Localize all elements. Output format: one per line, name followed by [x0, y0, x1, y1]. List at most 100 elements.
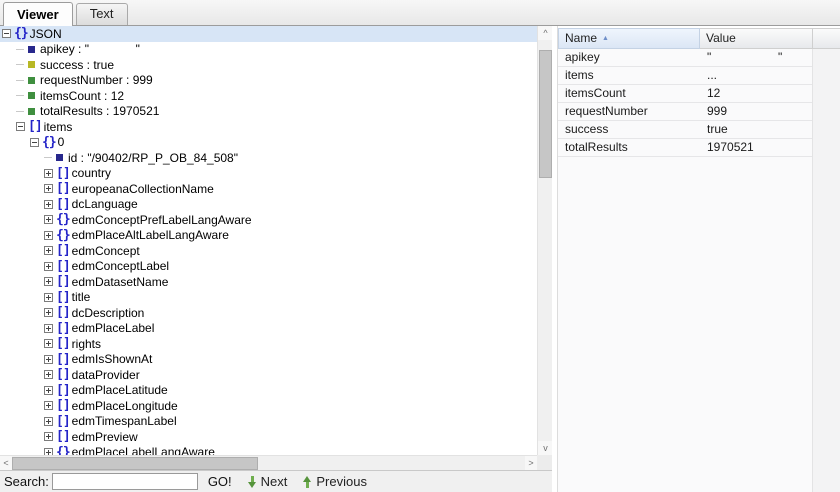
expand-icon[interactable]: [44, 246, 53, 255]
scroll-up-button[interactable]: ^: [538, 26, 553, 40]
tree-node-rights[interactable]: []rights: [0, 336, 537, 352]
array-brackets-icon: []: [56, 275, 70, 288]
tree-node-id-90402-rp-p-ob-84-508[interactable]: id : "/90402/RP_P_OB_84_508": [0, 150, 537, 166]
tree-node-dataprovider[interactable]: []dataProvider: [0, 367, 537, 383]
tree-node-totalresults-1970521[interactable]: totalResults : 1970521: [0, 104, 537, 120]
tree-node-edmpreview[interactable]: []edmPreview: [0, 429, 537, 445]
tree-line-stub: [16, 49, 24, 50]
grid-row-apikey[interactable]: apikey" ": [558, 49, 813, 67]
grid-row-itemscount[interactable]: itemsCount12: [558, 85, 813, 103]
tree-node-dcdescription[interactable]: []dcDescription: [0, 305, 537, 321]
grid-row-items[interactable]: items...: [558, 67, 813, 85]
expand-icon[interactable]: [44, 324, 53, 333]
tree-node-label: edmPlaceAltLabelLangAware: [72, 228, 229, 242]
tree-node-edmplacealtlabellangaware[interactable]: {}edmPlaceAltLabelLangAware: [0, 228, 537, 244]
object-braces-icon: {}: [42, 136, 56, 149]
down-arrow-icon: [248, 476, 257, 488]
expand-icon[interactable]: [44, 370, 53, 379]
expand-icon[interactable]: [44, 448, 53, 455]
collapse-icon[interactable]: [2, 29, 11, 38]
expand-icon[interactable]: [44, 231, 53, 240]
expand-icon[interactable]: [44, 308, 53, 317]
tree-node-edmplacelabel[interactable]: []edmPlaceLabel: [0, 321, 537, 337]
grid-body: apikey" "items...itemsCount12requestNumb…: [558, 49, 813, 492]
tree-node-0[interactable]: {}0: [0, 135, 537, 151]
tree-node-country[interactable]: []country: [0, 166, 537, 182]
tree-node-edmconcept[interactable]: []edmConcept: [0, 243, 537, 259]
tree-node-europeanacollectionname[interactable]: []europeanaCollectionName: [0, 181, 537, 197]
tree-node-json[interactable]: {}JSON: [0, 26, 537, 42]
tree-node-title[interactable]: []title: [0, 290, 537, 306]
find-next-label: Next: [261, 474, 288, 489]
tree-node-label: edmPlaceLatitude: [72, 383, 168, 397]
expand-icon[interactable]: [44, 401, 53, 410]
expand-icon[interactable]: [44, 339, 53, 348]
expand-icon[interactable]: [44, 200, 53, 209]
tree-node-requestnumber-999[interactable]: requestNumber : 999: [0, 73, 537, 89]
sort-ascending-icon: ▲: [602, 29, 609, 48]
number-type-icon: [28, 108, 35, 115]
collapse-icon[interactable]: [30, 138, 39, 147]
column-header-value[interactable]: Value: [700, 28, 813, 49]
tree-node-edmplacelatitude[interactable]: []edmPlaceLatitude: [0, 383, 537, 399]
tree-node-apikey[interactable]: apikey : " ": [0, 42, 537, 58]
expand-icon[interactable]: [44, 386, 53, 395]
tree-node-items[interactable]: []items: [0, 119, 537, 135]
grid-row-requestnumber[interactable]: requestNumber999: [558, 103, 813, 121]
scroll-down-button[interactable]: v: [538, 441, 553, 455]
expand-icon[interactable]: [44, 184, 53, 193]
tree-node-edmplacelongitude[interactable]: []edmPlaceLongitude: [0, 398, 537, 414]
collapse-icon[interactable]: [16, 122, 25, 131]
scroll-right-button[interactable]: >: [525, 456, 537, 471]
array-brackets-icon: []: [56, 384, 70, 397]
tree-node-label: itemsCount : 12: [40, 89, 124, 103]
tree-node-edmisshownat[interactable]: []edmIsShownAt: [0, 352, 537, 368]
grid-row-success[interactable]: successtrue: [558, 121, 813, 139]
expand-icon[interactable]: [44, 277, 53, 286]
tree-node-label: edmConceptPrefLabelLangAware: [72, 213, 252, 227]
tree-node-label: items: [44, 120, 73, 134]
tree-node-edmtimespanlabel[interactable]: []edmTimespanLabel: [0, 414, 537, 430]
find-next-button[interactable]: Next: [248, 474, 288, 489]
grid-cell-name: apikey: [558, 49, 700, 66]
grid-header: Name ▲ Value: [558, 28, 840, 49]
tree-node-edmconceptpreflabellangaware[interactable]: {}edmConceptPrefLabelLangAware: [0, 212, 537, 228]
tree-node-dclanguage[interactable]: []dcLanguage: [0, 197, 537, 213]
tab-text[interactable]: Text: [76, 3, 128, 25]
string-type-icon: [28, 46, 35, 53]
tree-node-edmplacelabellangaware[interactable]: {}edmPlaceLabelLangAware: [0, 445, 537, 456]
tree-node-edmconceptlabel[interactable]: []edmConceptLabel: [0, 259, 537, 275]
tree-node-itemscount-12[interactable]: itemsCount : 12: [0, 88, 537, 104]
tree-node-label: europeanaCollectionName: [72, 182, 214, 196]
expand-icon[interactable]: [44, 355, 53, 364]
go-button[interactable]: GO!: [208, 474, 232, 489]
horizontal-scroll-thumb[interactable]: [12, 457, 258, 470]
array-brackets-icon: []: [56, 337, 70, 350]
expand-icon[interactable]: [44, 215, 53, 224]
expand-icon[interactable]: [44, 432, 53, 441]
tree-vertical-scrollbar[interactable]: ^ v: [537, 26, 552, 455]
tree-node-label: JSON: [30, 27, 62, 41]
find-previous-button[interactable]: Previous: [303, 474, 367, 489]
tree-horizontal-scrollbar[interactable]: < >: [0, 455, 537, 470]
expand-icon[interactable]: [44, 169, 53, 178]
vertical-scroll-thumb[interactable]: [539, 50, 552, 178]
scrollbar-corner: [537, 455, 552, 470]
expand-icon[interactable]: [44, 262, 53, 271]
column-value-label: Value: [706, 29, 736, 48]
tab-viewer[interactable]: Viewer: [3, 2, 73, 26]
expand-icon[interactable]: [44, 293, 53, 302]
scroll-left-button[interactable]: <: [0, 456, 12, 471]
grid-row-totalresults[interactable]: totalResults1970521: [558, 139, 813, 157]
column-header-name[interactable]: Name ▲: [558, 28, 700, 49]
array-brackets-icon: []: [56, 167, 70, 180]
tree-line-stub: [16, 111, 24, 112]
tree-node-success-true[interactable]: success : true: [0, 57, 537, 73]
tree-node-edmdatasetname[interactable]: []edmDatasetName: [0, 274, 537, 290]
grid-cell-value: " ": [700, 49, 813, 66]
expand-icon[interactable]: [44, 417, 53, 426]
object-braces-icon: {}: [56, 229, 70, 242]
up-arrow-icon: [303, 476, 312, 488]
search-input[interactable]: [52, 473, 198, 490]
number-type-icon: [28, 92, 35, 99]
